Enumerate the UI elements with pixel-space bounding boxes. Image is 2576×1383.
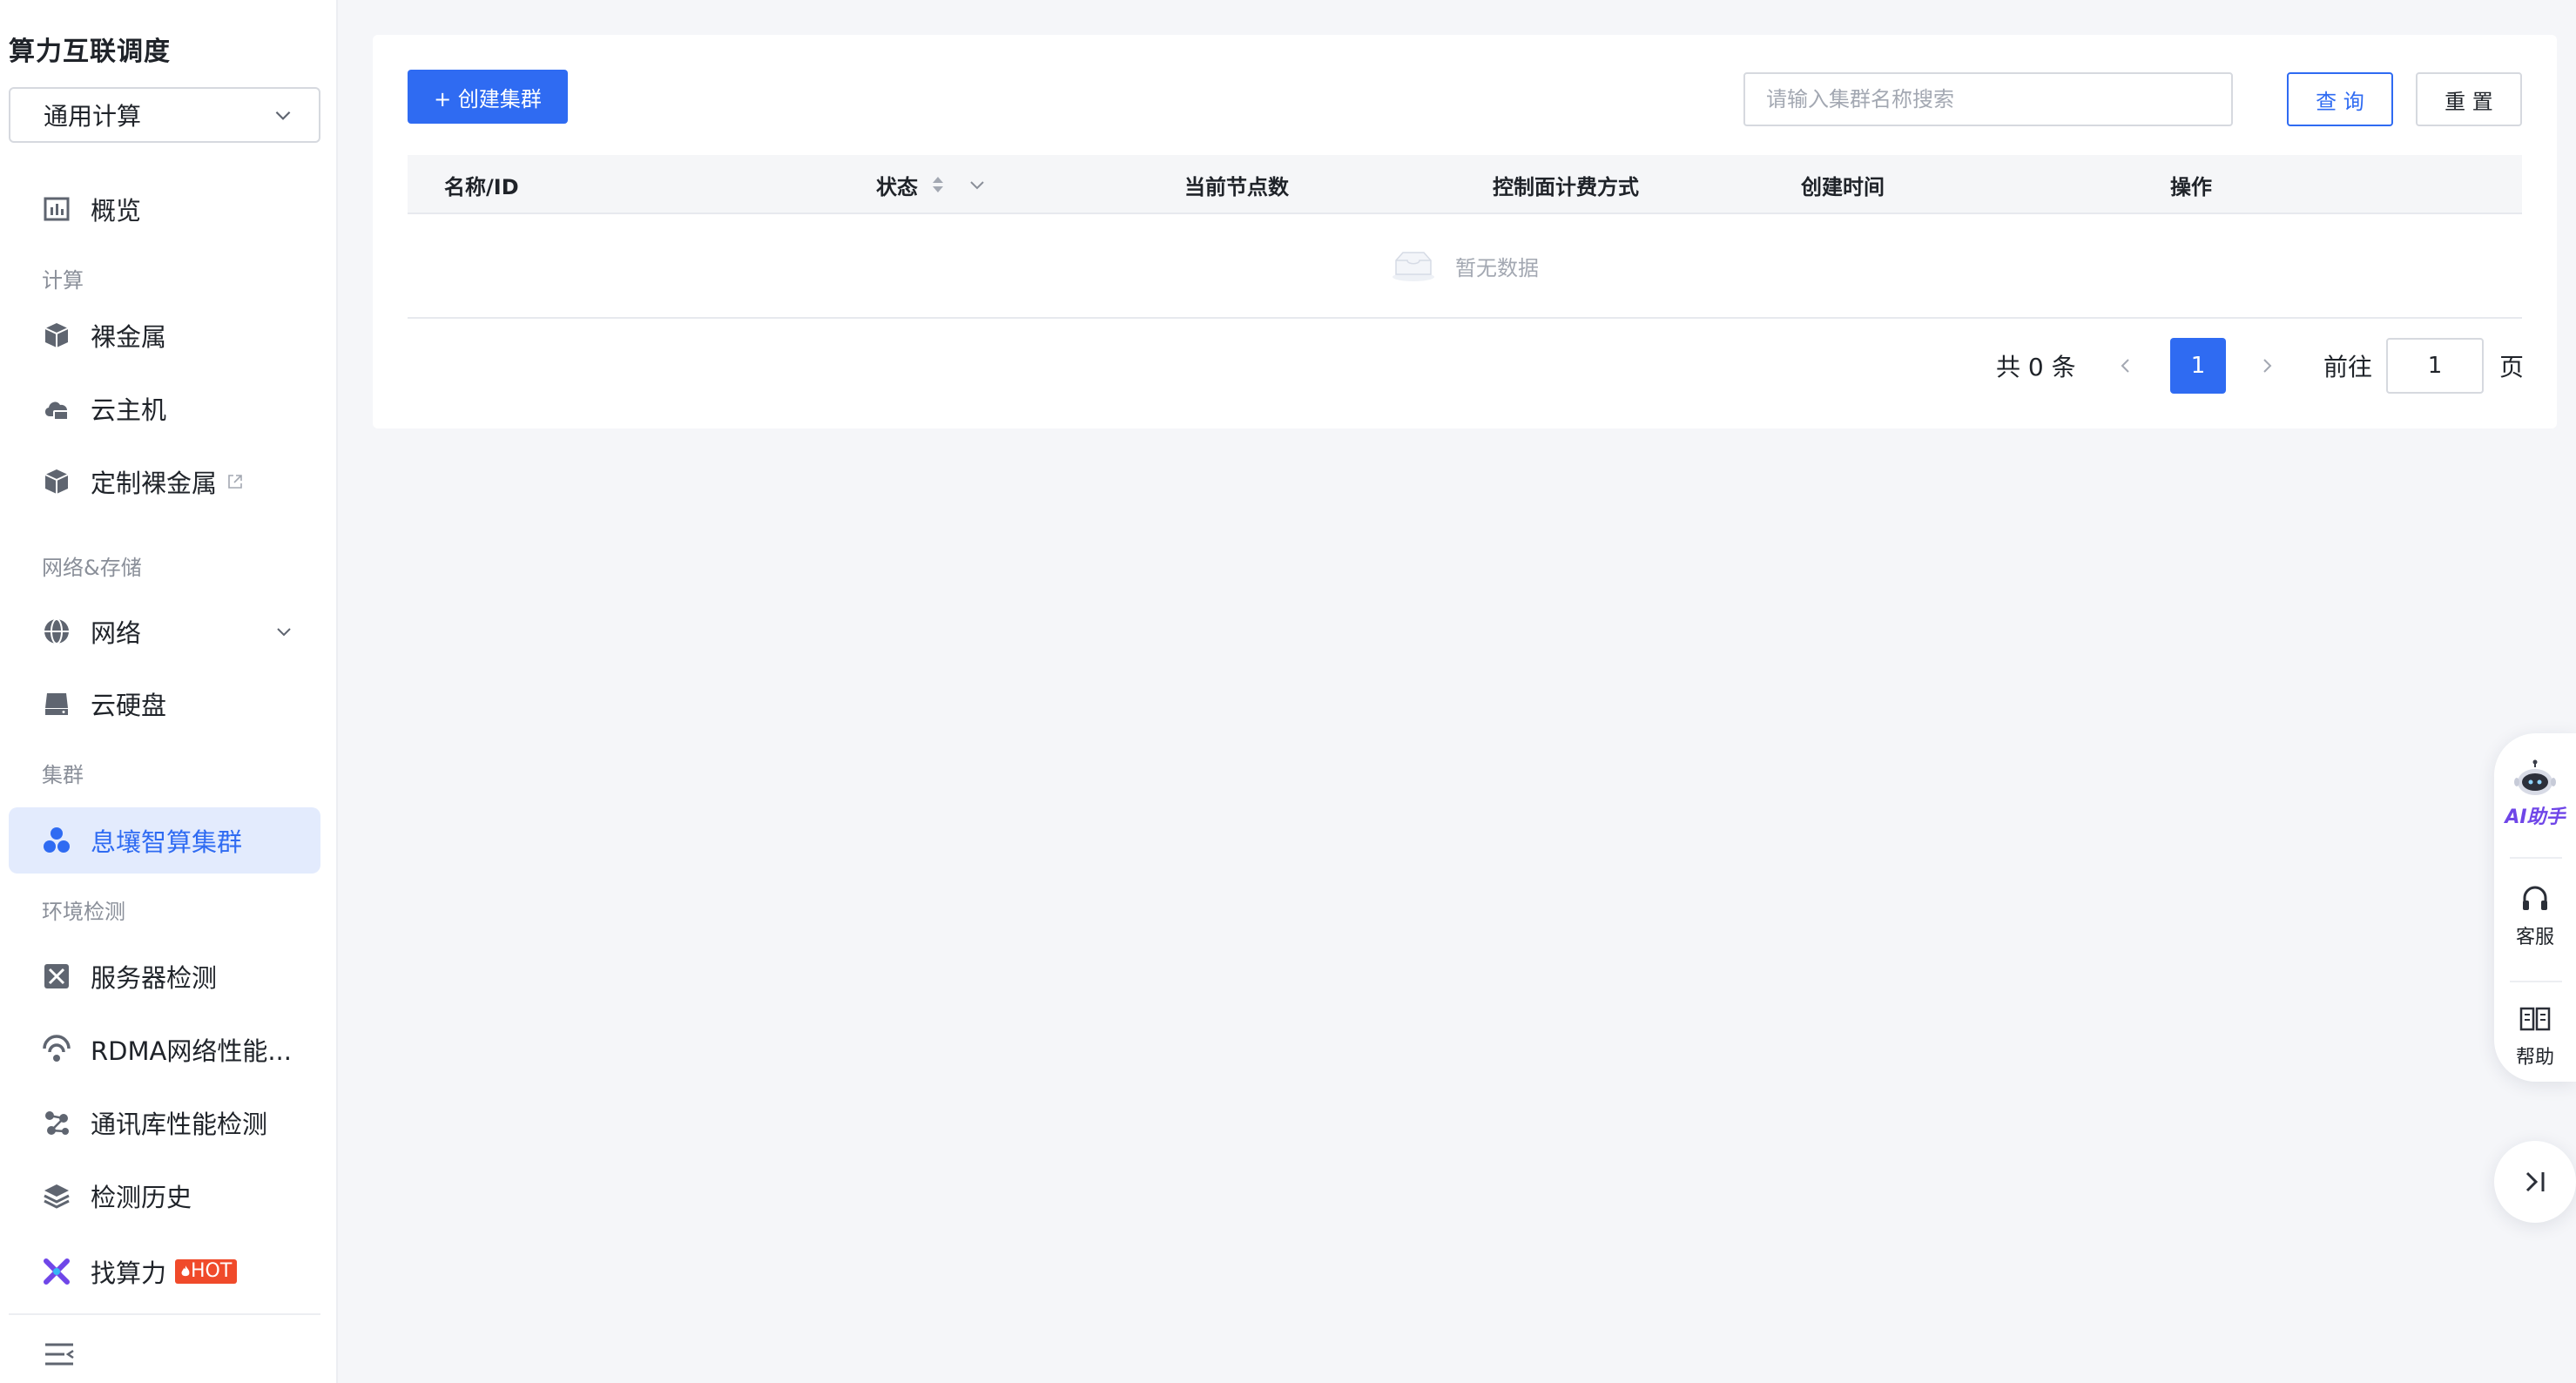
nav-group-env-check: 环境检测 — [42, 900, 125, 924]
cluster-icon — [42, 826, 71, 855]
nav-group-compute: 计算 — [42, 268, 84, 293]
help-label: 帮助 — [2515, 1047, 2554, 1069]
sidebar-item-label: 定制裸金属 — [91, 469, 218, 498]
sidebar-item-label: 服务器检测 — [91, 963, 218, 993]
pagination-goto-input[interactable] — [2386, 338, 2484, 394]
external-link-icon — [228, 475, 242, 489]
network-check-icon — [42, 1035, 71, 1064]
globe-icon — [42, 617, 71, 646]
nodes-icon — [42, 1108, 71, 1137]
customer-service-label: 客服 — [2515, 927, 2554, 948]
hot-badge-label: HOT — [191, 1260, 233, 1282]
sidebar-item-label: 找算力 — [91, 1258, 167, 1288]
sidebar: 算力互联调度 通用计算 概览 计算 裸金属 云主机 定制裸金属 网络&存储 网络… — [0, 0, 338, 1383]
sidebar-item-label: 检测历史 — [91, 1183, 192, 1212]
headset-icon — [2523, 886, 2547, 910]
tools-icon — [42, 961, 71, 991]
floating-assistant-panel: AI助手 客服 帮助 — [2494, 733, 2576, 1082]
sidebar-item-label: 通讯库性能检测 — [91, 1110, 268, 1139]
chevron-left-icon — [2121, 359, 2129, 373]
hot-badge: HOT — [175, 1259, 238, 1284]
sidebar-item-server-check[interactable]: 服务器检测 — [9, 943, 320, 1009]
sidebar-item-label: 云硬盘 — [91, 691, 167, 720]
sidebar-item-network[interactable]: 网络 — [9, 598, 320, 665]
customer-service-button[interactable]: 客服 — [2494, 881, 2576, 949]
app-title: 算力互联调度 — [9, 37, 171, 67]
sidebar-item-label: 息壤智算集群 — [91, 827, 243, 857]
panel-divider — [2510, 857, 2562, 859]
sort-icon[interactable] — [930, 174, 946, 195]
sidebar-item-overview[interactable]: 概览 — [9, 176, 320, 242]
column-header-label: 状态 — [876, 174, 918, 199]
chevron-down-icon — [275, 111, 291, 120]
cube-icon — [42, 320, 71, 350]
search-input[interactable] — [1743, 72, 2233, 126]
sidebar-item-bare-metal[interactable]: 裸金属 — [9, 302, 320, 368]
sidebar-item-label: 概览 — [91, 196, 142, 226]
table-header: 名称/ID 状态 当前节点数 控制面计费方式 创建时间 操作 — [408, 155, 2522, 214]
cluster-list-card: + 创建集群 查 询 重 置 名称/ID 状态 当前节点数 控制面计费方式 创建… — [373, 35, 2557, 428]
sparkle-icon — [42, 1257, 71, 1286]
book-icon — [2519, 1007, 2551, 1031]
product-select[interactable]: 通用计算 — [9, 87, 320, 143]
fire-icon — [181, 1265, 190, 1277]
help-button[interactable]: 帮助 — [2494, 1002, 2576, 1069]
robot-icon — [2514, 759, 2556, 795]
column-header-created-time: 创建时间 — [1801, 174, 1885, 199]
panel-divider — [2510, 981, 2562, 982]
reset-button[interactable]: 重 置 — [2416, 72, 2522, 126]
create-cluster-button[interactable]: + 创建集群 — [408, 70, 568, 124]
column-header-node-count: 当前节点数 — [1184, 174, 1289, 199]
empty-state-text: 暂无数据 — [1455, 255, 1539, 280]
sidebar-item-rdma-check[interactable]: RDMA网络性能... — [9, 1016, 320, 1083]
pagination-current-page[interactable]: 1 — [2170, 338, 2226, 394]
chevron-down-icon — [277, 628, 291, 637]
column-header-status: 状态 — [876, 155, 988, 214]
sidebar-item-find-compute[interactable]: 找算力 HOT — [9, 1238, 320, 1305]
column-header-actions: 操作 — [2170, 174, 2212, 199]
sidebar-item-label: 网络 — [91, 618, 142, 648]
pagination-total: 共 0 条 — [1996, 353, 2076, 381]
sidebar-item-label: RDMA网络性能... — [91, 1036, 292, 1066]
sidebar-item-label: 云主机 — [91, 395, 167, 425]
pagination-prev-button[interactable] — [2113, 338, 2139, 394]
empty-box-icon — [1393, 252, 1434, 281]
chevron-right-icon — [2263, 359, 2272, 373]
sidebar-divider — [9, 1313, 320, 1315]
sidebar-item-check-history[interactable]: 检测历史 — [9, 1163, 320, 1229]
ai-assistant-label: AI助手 — [2505, 806, 2566, 828]
sidebar-item-cloud-disk[interactable]: 云硬盘 — [9, 671, 320, 737]
ai-assistant-button[interactable]: AI助手 — [2494, 759, 2576, 829]
cloud-server-icon — [42, 394, 71, 423]
filter-chevron-icon[interactable] — [967, 174, 988, 195]
nav-group-cluster: 集群 — [42, 763, 84, 787]
nav-group-network-storage: 网络&存储 — [42, 556, 142, 580]
sidebar-item-custom-bare-metal[interactable]: 定制裸金属 — [9, 449, 320, 515]
product-select-value: 通用计算 — [44, 102, 142, 131]
collapse-sidebar-button[interactable] — [44, 1339, 75, 1369]
menu-collapse-icon — [45, 1343, 74, 1366]
collapse-panel-button[interactable] — [2494, 1141, 2576, 1223]
sidebar-item-xirang-cluster[interactable]: 息壤智算集群 — [9, 807, 320, 874]
collapse-right-icon — [2525, 1171, 2545, 1192]
hard-disk-icon — [42, 689, 71, 718]
pagination-next-button[interactable] — [2254, 338, 2280, 394]
sidebar-item-cloud-host[interactable]: 云主机 — [9, 375, 320, 442]
cube-icon — [42, 467, 71, 496]
bar-chart-icon — [42, 194, 71, 224]
sidebar-item-label: 裸金属 — [91, 322, 167, 352]
column-header-name: 名称/ID — [444, 174, 519, 199]
pagination-goto-label: 前往 — [2323, 353, 2373, 381]
sidebar-item-comm-lib-check[interactable]: 通讯库性能检测 — [9, 1090, 320, 1156]
layers-icon — [42, 1181, 71, 1211]
table-empty-state: 暂无数据 — [408, 214, 2522, 319]
pagination-page-suffix: 页 — [2499, 353, 2525, 381]
query-button[interactable]: 查 询 — [2287, 72, 2393, 126]
column-header-billing: 控制面计费方式 — [1493, 174, 1639, 199]
